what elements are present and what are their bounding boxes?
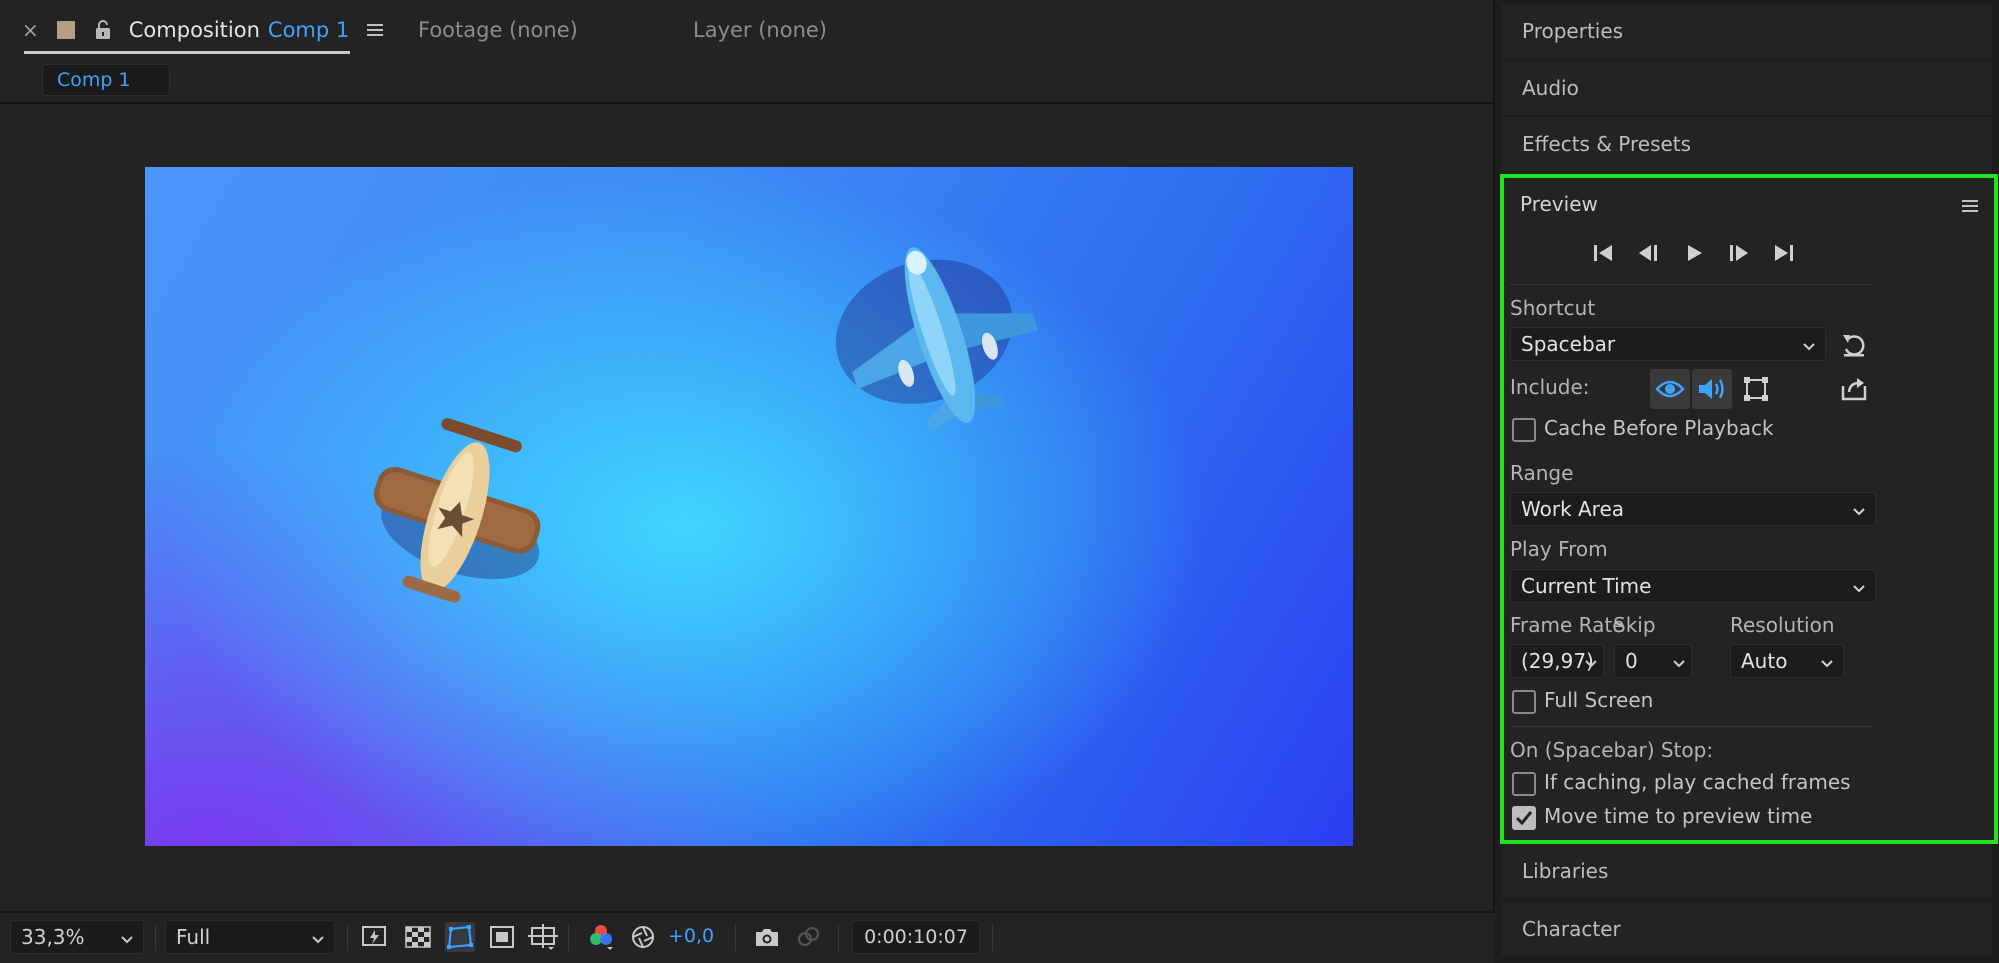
- fast-previews-icon[interactable]: [360, 922, 390, 952]
- checkmark-icon: [1515, 811, 1533, 826]
- export-icon[interactable]: [1834, 369, 1874, 409]
- skip-value: 0: [1625, 649, 1638, 673]
- toolbar-separator: [568, 925, 569, 951]
- range-label: Range: [1510, 461, 1574, 485]
- first-frame-icon[interactable]: [1588, 238, 1618, 268]
- previous-frame-icon[interactable]: [1633, 238, 1663, 268]
- play-from-label: Play From: [1510, 537, 1608, 561]
- composition-panel: × Composition Comp 1 Footage (none) Laye…: [0, 0, 1495, 963]
- move-time-checkbox[interactable]: [1512, 806, 1536, 830]
- comp-breadcrumb-button[interactable]: Comp 1: [42, 64, 170, 96]
- effects-presets-panel-header[interactable]: Effects & Presets: [1502, 117, 1992, 171]
- full-screen-label: Full Screen: [1544, 688, 1654, 712]
- current-time-display[interactable]: 0:00:10:07: [852, 920, 980, 954]
- shortcut-label: Shortcut: [1510, 296, 1596, 320]
- transparency-grid-icon[interactable]: [403, 922, 433, 952]
- overlays-icon[interactable]: [1736, 369, 1776, 409]
- chevron-down-icon: [1801, 335, 1817, 359]
- include-label: Include:: [1510, 375, 1590, 399]
- grid-guides-icon[interactable]: [528, 922, 558, 952]
- skip-dropdown[interactable]: 0: [1614, 644, 1692, 678]
- chevron-down-icon: [1583, 652, 1599, 676]
- libraries-panel-header[interactable]: Libraries: [1502, 844, 1992, 898]
- tab-composition-label: Composition: [128, 18, 260, 42]
- chevron-down-icon: [310, 928, 326, 952]
- resolution-value: Full: [176, 925, 211, 949]
- frame-rate-label: Frame Rate: [1510, 613, 1625, 637]
- chevron-down-icon: [1671, 652, 1687, 676]
- lock-icon[interactable]: [95, 20, 111, 40]
- mask-path-visibility-icon[interactable]: [445, 922, 475, 952]
- play-from-dropdown[interactable]: Current Time: [1510, 569, 1876, 603]
- range-dropdown[interactable]: Work Area: [1510, 492, 1876, 526]
- preview-panel: Preview Shortcut Spacebar Include: Cache…: [1500, 174, 1998, 844]
- chevron-down-icon: [1819, 652, 1835, 676]
- cache-before-playback-checkbox[interactable]: [1512, 418, 1536, 442]
- biplane-illustration: [373, 418, 541, 603]
- toolbar-separator: [735, 925, 736, 951]
- chevron-down-icon: [119, 928, 135, 952]
- tab-layer[interactable]: Layer (none): [693, 14, 827, 46]
- cache-before-playback-label: Cache Before Playback: [1544, 416, 1774, 440]
- exposure-value[interactable]: +0,0: [668, 925, 714, 947]
- if-caching-label: If caching, play cached frames: [1544, 770, 1851, 794]
- hamburger-menu-icon[interactable]: [367, 23, 384, 37]
- transport-controls: [1588, 238, 1828, 268]
- viewer-toolbar: 33,3% Full +0,0 0:00:10:07: [0, 911, 1495, 963]
- region-of-interest-icon[interactable]: [487, 922, 517, 952]
- divider: [1510, 284, 1873, 285]
- composition-canvas[interactable]: [145, 167, 1353, 846]
- reset-exposure-icon[interactable]: [628, 922, 658, 952]
- resolution-label: Resolution: [1730, 613, 1835, 637]
- eye-icon[interactable]: [1650, 369, 1690, 409]
- tab-composition-name: Comp 1: [267, 18, 350, 42]
- tab-footage[interactable]: Footage (none): [418, 14, 578, 46]
- chevron-down-icon: [1851, 577, 1867, 601]
- tab-composition[interactable]: × Composition Comp 1: [22, 14, 384, 46]
- composition-viewer[interactable]: [4, 106, 1491, 911]
- composition-breadcrumb-bar: Comp 1: [0, 60, 1495, 104]
- label-color-swatch[interactable]: [56, 21, 75, 39]
- toolbar-separator: [992, 925, 993, 951]
- toolbar-separator: [838, 925, 839, 951]
- camera-snapshot-icon[interactable]: [752, 922, 782, 952]
- move-time-label: Move time to preview time: [1544, 804, 1813, 828]
- shortcut-value: Spacebar: [1521, 332, 1616, 356]
- magnification-value: 33,3%: [21, 925, 85, 949]
- play-from-value: Current Time: [1521, 574, 1652, 598]
- audio-panel-header[interactable]: Audio: [1502, 61, 1992, 115]
- panel-tab-bar: × Composition Comp 1 Footage (none) Laye…: [0, 0, 1495, 60]
- full-screen-checkbox[interactable]: [1512, 690, 1536, 714]
- frame-rate-dropdown[interactable]: (29,97): [1510, 644, 1604, 678]
- speaker-icon[interactable]: [1692, 369, 1732, 409]
- jet-airplane-illustration: [835, 247, 1039, 432]
- shortcut-dropdown[interactable]: Spacebar: [1510, 327, 1826, 361]
- right-panel-column: Properties Audio Effects & Presets Previ…: [1498, 0, 1999, 963]
- next-frame-icon[interactable]: [1724, 238, 1754, 268]
- reset-icon[interactable]: [1838, 329, 1870, 361]
- resolution-dropdown-preview[interactable]: Auto: [1730, 644, 1844, 678]
- close-icon[interactable]: ×: [22, 18, 39, 42]
- chevron-down-icon: [1851, 500, 1867, 524]
- if-caching-checkbox[interactable]: [1512, 772, 1536, 796]
- color-channels-icon[interactable]: [586, 922, 616, 952]
- divider: [1510, 726, 1873, 727]
- character-panel-header[interactable]: Character: [1502, 902, 1992, 956]
- play-icon[interactable]: [1679, 238, 1709, 268]
- magnification-dropdown[interactable]: 33,3%: [10, 920, 144, 954]
- hamburger-menu-icon[interactable]: [1962, 194, 1978, 218]
- stop-options-label: On (Spacebar) Stop:: [1510, 738, 1714, 762]
- resolution-value-preview: Auto: [1741, 649, 1788, 673]
- last-frame-icon[interactable]: [1769, 238, 1799, 268]
- toolbar-separator: [155, 925, 156, 951]
- preview-panel-title: Preview: [1520, 192, 1598, 216]
- skip-label: Skip: [1613, 613, 1656, 637]
- toolbar-separator: [347, 925, 348, 951]
- resolution-dropdown[interactable]: Full: [165, 920, 335, 954]
- range-value: Work Area: [1521, 497, 1625, 521]
- properties-panel-header[interactable]: Properties: [1502, 4, 1992, 58]
- active-tab-underline: [24, 51, 350, 54]
- show-snapshot-icon[interactable]: [793, 922, 823, 952]
